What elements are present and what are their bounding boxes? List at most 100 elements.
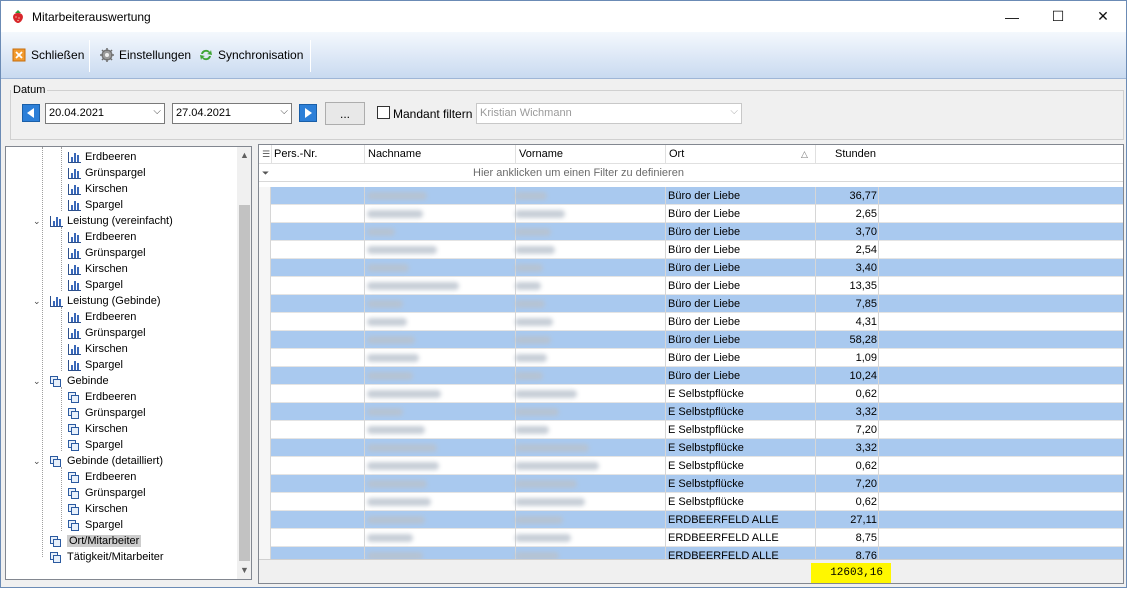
- tree-item[interactable]: Ort/Mitarbeiter: [50, 533, 142, 549]
- table-row[interactable]: ERDBEERFELD ALLE 8,75: [259, 529, 1123, 547]
- tree-item[interactable]: Grünspargel: [68, 165, 146, 181]
- row-selector[interactable]: [259, 241, 271, 259]
- cell-divider: [878, 349, 879, 367]
- tree-item[interactable]: Erdbeeren: [68, 469, 136, 485]
- table-row[interactable]: Büro der Liebe 4,31: [259, 313, 1123, 331]
- chevron-down-icon[interactable]: ▼: [240, 565, 249, 575]
- table-row[interactable]: ERDBEERFELD ALLE 8,76: [259, 547, 1123, 559]
- filter-icon[interactable]: ⏷: [262, 168, 269, 179]
- mandant-select[interactable]: Kristian Wichmann ⌵: [476, 103, 742, 124]
- table-row[interactable]: Büro der Liebe 2,65: [259, 205, 1123, 223]
- expand-chevron-icon[interactable]: ⌄: [33, 376, 41, 387]
- col-nachname[interactable]: Nachname: [368, 148, 421, 160]
- table-row[interactable]: E Selbstpflücke 0,62: [259, 457, 1123, 475]
- table-row[interactable]: Büro der Liebe 3,40: [259, 259, 1123, 277]
- tree-item[interactable]: Grünspargel: [68, 245, 146, 261]
- row-selector[interactable]: [259, 547, 271, 559]
- table-row[interactable]: Büro der Liebe 13,35: [259, 277, 1123, 295]
- tree-scrollbar[interactable]: ▲ ▼: [237, 147, 251, 579]
- row-selector[interactable]: [259, 367, 271, 385]
- close-window-button[interactable]: ✕: [1080, 1, 1126, 32]
- mandant-filter-checkbox[interactable]: [377, 106, 390, 119]
- tree-item[interactable]: Spargel: [68, 437, 123, 453]
- tree-item[interactable]: Grünspargel: [68, 485, 146, 501]
- expand-chevron-icon[interactable]: ⌄: [33, 296, 41, 307]
- tree-item[interactable]: Grünspargel: [68, 405, 146, 421]
- row-selector[interactable]: [259, 457, 271, 475]
- tree-item[interactable]: Spargel: [68, 357, 123, 373]
- table-row[interactable]: ERDBEERFELD ALLE 27,11: [259, 511, 1123, 529]
- sync-button[interactable]: Synchronisation: [199, 42, 303, 68]
- col-ort[interactable]: Ort: [669, 148, 684, 160]
- row-selector[interactable]: [259, 493, 271, 511]
- tree-item[interactable]: Spargel: [68, 197, 123, 213]
- row-selector[interactable]: [259, 439, 271, 457]
- tree-item[interactable]: Kirschen: [68, 341, 128, 357]
- previous-period-button[interactable]: [22, 104, 40, 122]
- col-stunden[interactable]: Stunden: [835, 148, 876, 160]
- row-selector[interactable]: [259, 331, 271, 349]
- maximize-button[interactable]: ☐: [1035, 1, 1081, 32]
- settings-button[interactable]: Einstellungen: [100, 42, 191, 68]
- table-row[interactable]: E Selbstpflücke 7,20: [259, 475, 1123, 493]
- tree-item[interactable]: Kirschen: [68, 181, 128, 197]
- tree-item[interactable]: ⌄ Gebinde (detailliert): [33, 453, 163, 469]
- tree-item[interactable]: Erdbeeren: [68, 389, 136, 405]
- row-selector[interactable]: [259, 187, 271, 205]
- scrollbar-thumb[interactable]: [239, 205, 250, 561]
- tree-item[interactable]: Kirschen: [68, 421, 128, 437]
- row-selector[interactable]: [259, 475, 271, 493]
- more-options-button[interactable]: ...: [325, 102, 365, 125]
- table-row[interactable]: Büro der Liebe 3,70: [259, 223, 1123, 241]
- row-selector[interactable]: [259, 223, 271, 241]
- row-selector[interactable]: [259, 259, 271, 277]
- tree-item[interactable]: Erdbeeren: [68, 229, 136, 245]
- from-date-picker[interactable]: 20.04.2021 ⌵: [45, 103, 165, 124]
- row-selector[interactable]: [259, 205, 271, 223]
- tree-item[interactable]: Spargel: [68, 277, 123, 293]
- table-row[interactable]: E Selbstpflücke 3,32: [259, 403, 1123, 421]
- expand-chevron-icon[interactable]: ⌄: [33, 456, 41, 467]
- tree-item[interactable]: Spargel: [68, 517, 123, 533]
- table-row[interactable]: Büro der Liebe 2,54: [259, 241, 1123, 259]
- minimize-button[interactable]: —: [989, 1, 1035, 32]
- col-vorname[interactable]: Vorname: [519, 148, 563, 160]
- row-selector[interactable]: [259, 403, 271, 421]
- mandant-filter-label[interactable]: Mandant filtern: [393, 107, 472, 121]
- table-row[interactable]: Büro der Liebe 1,09: [259, 349, 1123, 367]
- table-row[interactable]: Büro der Liebe 7,85: [259, 295, 1123, 313]
- tree-item[interactable]: ⌄ Gebinde: [33, 373, 109, 389]
- tree-item[interactable]: Kirschen: [68, 261, 128, 277]
- row-selector[interactable]: [259, 511, 271, 529]
- tree-item[interactable]: Erdbeeren: [68, 149, 136, 165]
- row-selector[interactable]: [259, 421, 271, 439]
- to-date-picker[interactable]: 27.04.2021 ⌵: [172, 103, 292, 124]
- tree-item[interactable]: Erdbeeren: [68, 309, 136, 325]
- filter-row[interactable]: ⏷ Hier anklicken um einen Filter zu defi…: [259, 164, 1123, 182]
- tree-item[interactable]: Kirschen: [68, 501, 128, 517]
- tree-item[interactable]: ⌄ Leistung (Gebinde): [33, 293, 161, 309]
- table-row[interactable]: E Selbstpflücke 0,62: [259, 385, 1123, 403]
- tree-item[interactable]: Grünspargel: [68, 325, 146, 341]
- col-pers-nr[interactable]: Pers.-Nr.: [274, 148, 317, 160]
- table-row[interactable]: Büro der Liebe 36,77: [259, 187, 1123, 205]
- chevron-up-icon[interactable]: ▲: [240, 150, 249, 160]
- table-row[interactable]: E Selbstpflücke 3,32: [259, 439, 1123, 457]
- next-period-button[interactable]: [299, 104, 317, 122]
- row-selector[interactable]: [259, 385, 271, 403]
- close-button[interactable]: Schließen: [12, 42, 84, 68]
- table-row[interactable]: E Selbstpflücke 7,20: [259, 421, 1123, 439]
- column-chooser-icon[interactable]: ☰: [262, 149, 270, 160]
- tree-item[interactable]: Tätigkeit/Mitarbeiter: [50, 549, 164, 565]
- row-selector[interactable]: [259, 277, 271, 295]
- row-selector[interactable]: [259, 313, 271, 331]
- table-row[interactable]: E Selbstpflücke 0,62: [259, 493, 1123, 511]
- table-row[interactable]: Büro der Liebe 58,28: [259, 331, 1123, 349]
- row-selector[interactable]: [259, 349, 271, 367]
- row-selector[interactable]: [259, 529, 271, 547]
- tree-item[interactable]: ⌄ Leistung (vereinfacht): [33, 213, 173, 229]
- expand-chevron-icon[interactable]: ⌄: [33, 216, 41, 227]
- row-selector[interactable]: [259, 295, 271, 313]
- table-row[interactable]: Büro der Liebe 10,24: [259, 367, 1123, 385]
- filter-hint[interactable]: Hier anklicken um einen Filter zu defini…: [473, 167, 684, 179]
